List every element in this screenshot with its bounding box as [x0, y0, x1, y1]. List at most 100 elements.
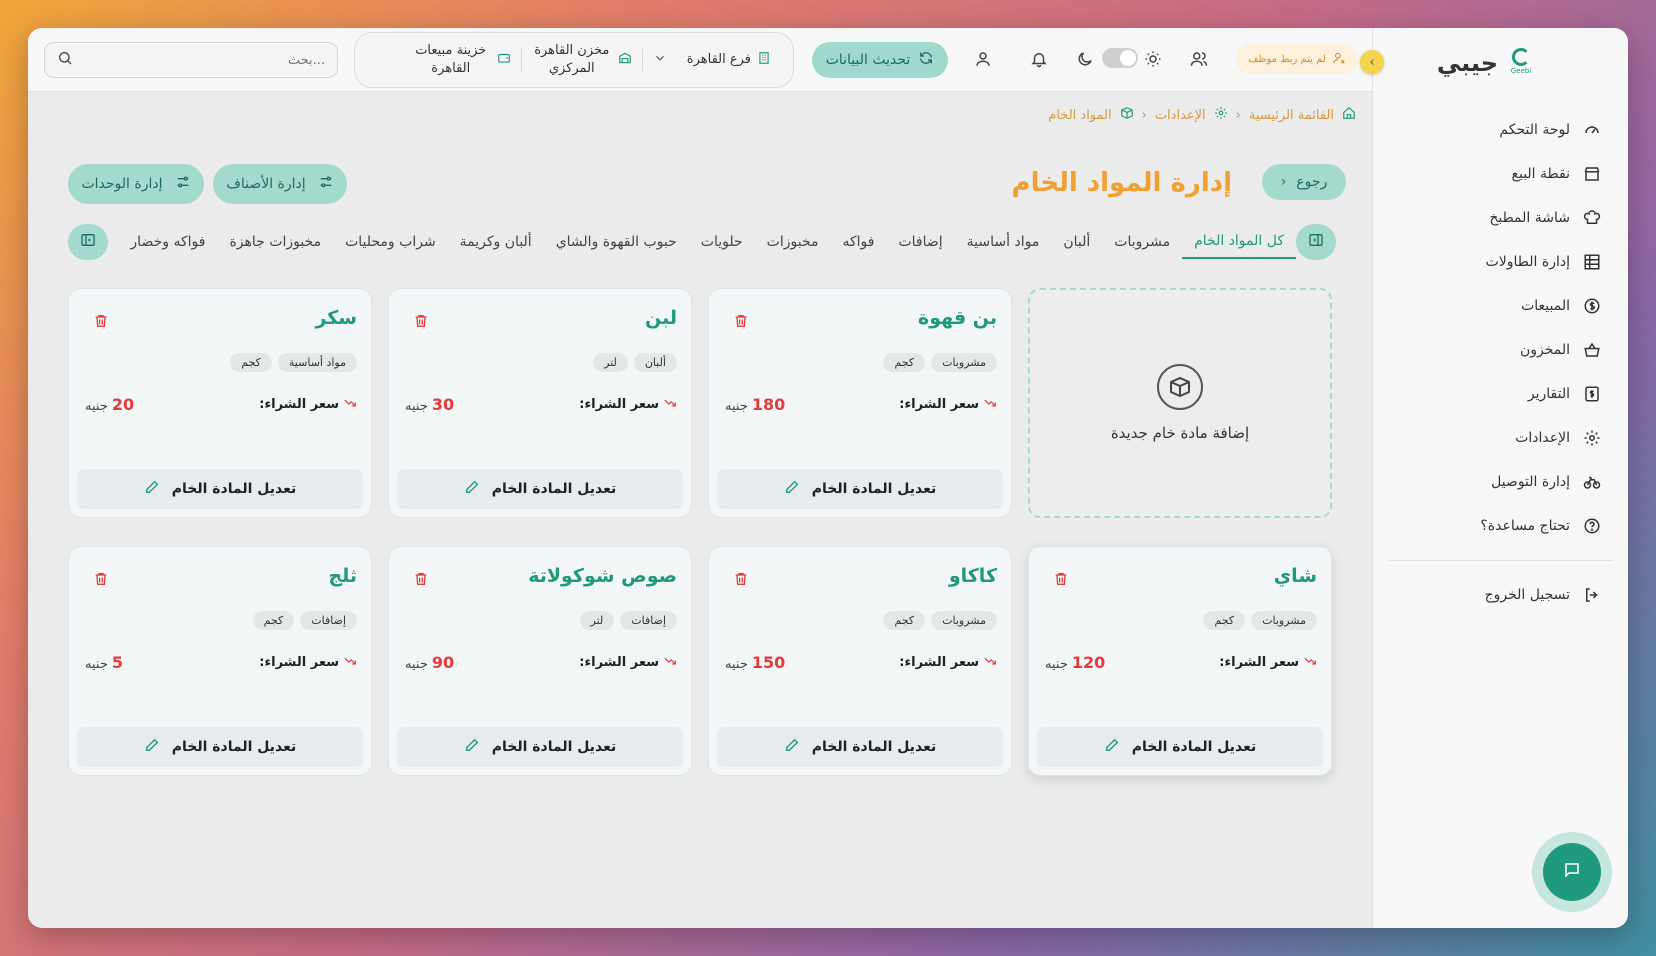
sidebar-item-settings[interactable]: الإعدادات: [1373, 416, 1628, 460]
unit-tag: كجم: [1203, 611, 1246, 630]
add-material-card[interactable]: إضافة مادة خام جديدة: [1028, 288, 1332, 518]
divider: [520, 49, 522, 71]
tab-coffee-tea[interactable]: حبوب القهوة والشاي: [544, 225, 689, 259]
trash-icon[interactable]: [413, 313, 429, 329]
staff-link-status-badge[interactable]: لم يتم ربط موظف: [1236, 44, 1358, 74]
sidebar-item-kitchen[interactable]: شاشة المطبخ: [1373, 196, 1628, 240]
sidebar-item-label: التقارير: [1527, 386, 1570, 402]
treasury-select[interactable]: خزينة مبيعات القاهرة: [401, 42, 521, 77]
trend-down-icon: [343, 654, 357, 672]
warehouse-icon: [618, 51, 632, 69]
chat-button[interactable]: [1532, 832, 1612, 912]
trash-icon[interactable]: [733, 571, 749, 587]
unit-tag: لتر: [579, 611, 615, 630]
sun-icon[interactable]: [1142, 48, 1164, 70]
trash-icon[interactable]: [733, 313, 749, 329]
search-box[interactable]: [44, 42, 338, 78]
manage-units-button[interactable]: إدارة الوحدات: [68, 164, 204, 204]
edit-label: تعديل المادة الخام: [1131, 739, 1257, 755]
purchase-price-text: سعر الشراء:: [579, 655, 659, 670]
purchase-price-text: سعر الشراء:: [899, 397, 979, 412]
gear-icon: [1582, 428, 1602, 448]
tab-addons[interactable]: إضافات: [886, 225, 954, 259]
users-icon[interactable]: [1188, 48, 1210, 70]
logout-label: تسجيل الخروج: [1484, 587, 1570, 603]
price-amount: 20: [111, 395, 135, 414]
purchase-price-label: سعر الشراء:: [579, 396, 677, 414]
currency-label: جنيه: [85, 657, 108, 672]
chevron-left-icon: ‹: [1369, 54, 1375, 70]
theme-toggle[interactable]: [1102, 48, 1138, 68]
material-card: لبن ألبان لتر سعر الشراء: 30 جنيه تعديل …: [388, 288, 692, 518]
trash-icon[interactable]: [413, 571, 429, 587]
edit-material-button[interactable]: تعديل المادة الخام: [717, 469, 1003, 509]
purchase-price-label: سعر الشراء:: [259, 654, 357, 672]
breadcrumb-home[interactable]: القائمة الرئيسية: [1249, 108, 1334, 123]
trend-down-icon: [663, 396, 677, 414]
edit-material-button[interactable]: تعديل المادة الخام: [717, 727, 1003, 767]
moon-icon[interactable]: [1074, 48, 1096, 70]
sidebar-item-inventory[interactable]: المخزون: [1373, 328, 1628, 372]
unit-tag: كجم: [252, 611, 295, 630]
bell-icon[interactable]: [1028, 48, 1050, 70]
tab-bakery[interactable]: مخبوزات: [755, 225, 831, 259]
refresh-data-button[interactable]: تحديث البيانات: [812, 42, 948, 78]
search-icon: [57, 50, 73, 70]
sidebar-item-dashboard[interactable]: لوحة التحكم: [1373, 108, 1628, 152]
tab-basics[interactable]: مواد أساسية: [955, 225, 1052, 259]
store-icon: [1582, 164, 1602, 184]
edit-material-button[interactable]: تعديل المادة الخام: [397, 727, 683, 767]
tabs-scroll-right-button[interactable]: [1296, 224, 1336, 260]
location-selector: فرع القاهرة مخزن القاهرة المركزي خزينة م…: [354, 32, 794, 88]
logout-button[interactable]: تسجيل الخروج: [1373, 573, 1628, 617]
basket-icon: [1582, 340, 1602, 360]
tab-desserts[interactable]: حلويات: [689, 225, 755, 259]
sidebar-item-help[interactable]: تحتاج مساعدة؟: [1373, 504, 1628, 548]
tab-ready-bakery[interactable]: مخبوزات جاهزة: [217, 225, 333, 259]
tab-all[interactable]: كل المواد الخام: [1182, 225, 1296, 259]
price-value: 150 جنيه: [725, 653, 785, 672]
sidebar-item-reports[interactable]: التقارير: [1373, 372, 1628, 416]
dollar-circle-icon: [1582, 296, 1602, 316]
sidebar-item-sales[interactable]: المبيعات: [1373, 284, 1628, 328]
collapse-sidebar-button[interactable]: ‹: [1360, 50, 1384, 74]
edit-material-button[interactable]: تعديل المادة الخام: [77, 469, 363, 509]
purchase-price-text: سعر الشراء:: [259, 397, 339, 412]
edit-material-button[interactable]: تعديل المادة الخام: [397, 469, 683, 509]
branch-select[interactable]: فرع القاهرة: [643, 51, 781, 69]
trash-icon[interactable]: [93, 571, 109, 587]
price-amount: 150: [751, 653, 786, 672]
search-input[interactable]: [81, 52, 325, 68]
sidebar-item-tables[interactable]: إدارة الطاولات: [1373, 240, 1628, 284]
edit-label: تعديل المادة الخام: [171, 481, 297, 497]
price-row: سعر الشراء: 180 جنيه: [725, 395, 997, 414]
edit-material-button[interactable]: تعديل المادة الخام: [1037, 727, 1323, 767]
user-icon[interactable]: [972, 48, 994, 70]
currency-label: جنيه: [405, 657, 428, 672]
warehouse-select[interactable]: مخزن القاهرة المركزي: [522, 42, 642, 77]
trend-down-icon: [343, 396, 357, 414]
tab-drinks[interactable]: مشروبات: [1102, 225, 1182, 259]
material-name: شاي: [1273, 565, 1317, 587]
breadcrumb-settings[interactable]: الإعدادات: [1155, 108, 1206, 123]
back-button[interactable]: رجوع ‹: [1262, 164, 1346, 200]
panel-icon: [1308, 232, 1324, 252]
purchase-price-text: سعر الشراء:: [1219, 655, 1299, 670]
edit-material-button[interactable]: تعديل المادة الخام: [77, 727, 363, 767]
sidebar-item-delivery[interactable]: إدارة التوصيل: [1373, 460, 1628, 504]
tab-dairy-cream[interactable]: ألبان وكريمة: [448, 225, 544, 259]
tab-fruits-veg[interactable]: فواكه وخضار: [118, 225, 217, 259]
manage-categories-button[interactable]: إدارة الأصناف: [213, 164, 347, 204]
unit-tag: كجم: [883, 353, 926, 372]
sidebar-item-pos[interactable]: نقطة البيع: [1373, 152, 1628, 196]
trash-icon[interactable]: [93, 313, 109, 329]
trash-icon[interactable]: [1053, 571, 1069, 587]
tab-syrups[interactable]: شراب ومحليات: [333, 225, 448, 259]
tab-fruits[interactable]: فواكه: [830, 225, 886, 259]
price-amount: 5: [111, 653, 123, 672]
material-card: صوص شوكولاتة إضافات لتر سعر الشراء: 90 ج…: [388, 546, 692, 776]
material-name: لبن: [645, 307, 677, 329]
tabs-scroll-left-button[interactable]: [68, 224, 108, 260]
tab-dairy[interactable]: ألبان: [1051, 225, 1102, 259]
home-icon: [1342, 106, 1356, 124]
